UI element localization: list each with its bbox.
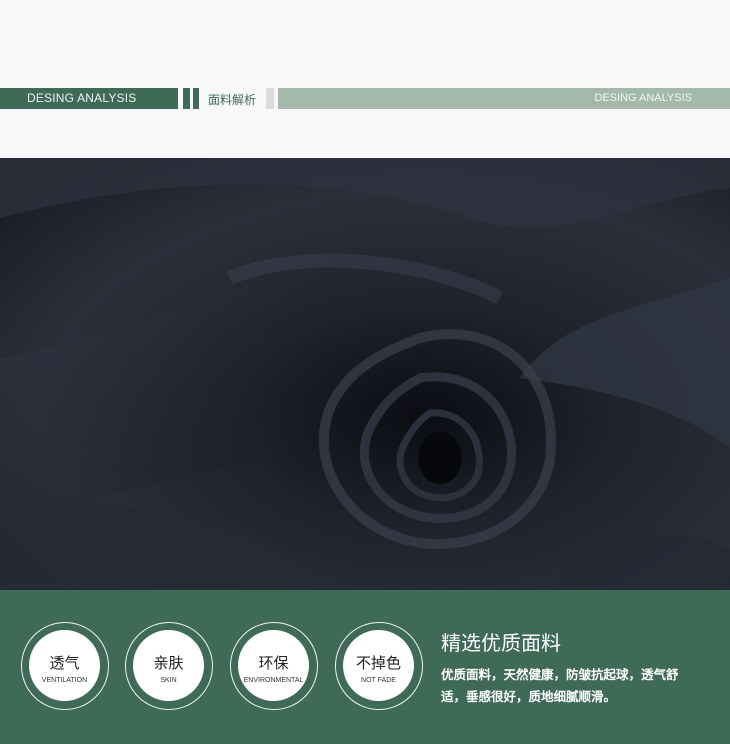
header-right-label: DESING ANALYSIS xyxy=(594,92,692,104)
description-body: 优质面料，天然健康，防皱抗起球，透气舒适，垂感很好，质地细腻顺滑。 xyxy=(441,667,679,704)
feature-sublabel: VENTILATION xyxy=(41,677,88,684)
header-left-label: DESING ANALYSIS xyxy=(27,91,137,105)
fabric-swirl-image xyxy=(0,158,730,590)
header-area: DESING ANALYSIS 面料解析 DESING ANALYSIS xyxy=(0,0,730,158)
description-title: 精选优质面料 xyxy=(441,631,561,655)
header-stripe xyxy=(193,88,199,109)
header-right-bar: DESING ANALYSIS xyxy=(278,88,730,109)
feature-badge-skin: 亲肤 SKIN xyxy=(125,622,213,710)
header-stripe-gray xyxy=(266,88,274,109)
feature-label: 环保 xyxy=(258,654,289,672)
header-stripe xyxy=(183,88,190,109)
feature-sublabel: NOT FADE xyxy=(361,677,396,684)
feature-sublabel: SKIN xyxy=(160,677,177,684)
features-panel: 透气 VENTILATION 亲肤 SKIN 环保 ENVIRONMENTAL … xyxy=(0,590,730,744)
feature-badge-environmental: 环保 ENVIRONMENTAL xyxy=(230,622,318,710)
feature-label: 亲肤 xyxy=(153,654,184,672)
feature-badge-ventilation: 透气 VENTILATION xyxy=(21,622,109,710)
feature-sublabel: ENVIRONMENTAL xyxy=(243,677,304,684)
header-center-label: 面料解析 xyxy=(208,93,257,107)
feature-label: 不掉色 xyxy=(355,654,401,672)
header-left-bar: DESING ANALYSIS xyxy=(0,88,178,109)
feature-label: 透气 xyxy=(49,654,80,672)
feature-badge-not-fade: 不掉色 NOT FADE xyxy=(335,622,423,710)
